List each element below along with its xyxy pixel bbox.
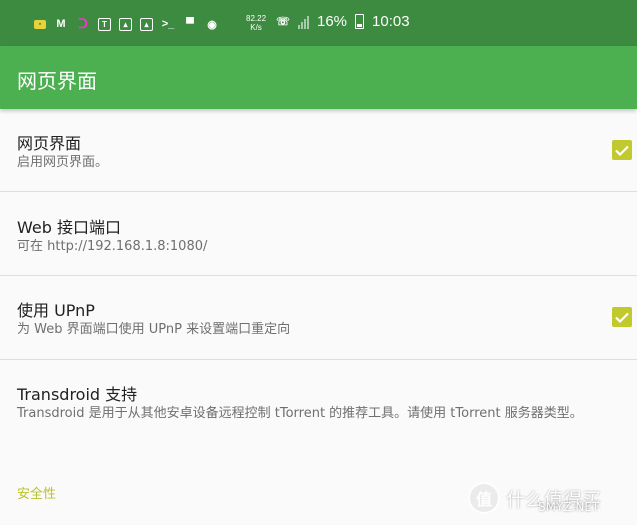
network-speed-unit: K/s [250, 23, 262, 32]
check-icon [615, 145, 629, 156]
app-toolbar: 网页界面 [0, 46, 637, 109]
magnet-icon: ᑐ [78, 16, 88, 31]
battery-charging-icon [355, 14, 365, 29]
status-bar: ▪ M ᑐ T ▴ ▴ >_ ▀ ◉ 82.22 K/s ☏ 16% 10:03 [0, 0, 637, 46]
sim-card-icon: ▪ [34, 19, 46, 29]
network-speed: 82.22 K/s [246, 14, 266, 32]
router-icon: ▀ [186, 18, 194, 30]
clock: 10:03 [372, 13, 410, 30]
pref-web-port[interactable]: Web 接口端口 可在 http://192.168.1.8:1080/ [0, 192, 637, 276]
category-security: 安全性 [17, 487, 57, 502]
pref-summary: 启用网页界面。 [17, 155, 109, 170]
wifi-icon: ◉ [207, 18, 217, 31]
pref-summary: Transdroid 是用于从其他安卓设备远程控制 tTorrent 的推荐工具… [17, 406, 583, 421]
tt-icon: T [98, 17, 111, 31]
image-icon: ▴ [140, 17, 153, 31]
wifi-calling-icon: ☏ [276, 16, 290, 28]
network-speed-value: 82.22 [246, 14, 267, 23]
pref-summary: 为 Web 界面端口使用 UPnP 来设置端口重定向 [17, 322, 291, 337]
signal-icon [298, 15, 309, 29]
battery-percent: 16% [317, 13, 348, 30]
notification-icons: ▪ M ᑐ T ▴ ▴ >_ ▀ ◉ [34, 15, 219, 33]
pref-upnp[interactable]: 使用 UPnP 为 Web 界面端口使用 UPnP 来设置端口重定向 [0, 276, 637, 360]
image-icon: ▴ [119, 17, 132, 31]
pref-web-ui[interactable]: 网页界面 启用网页界面。 [0, 109, 637, 192]
status-right: ☏ 16% 10:03 [276, 13, 410, 30]
m-icon: M [56, 18, 66, 30]
pref-title: 网页界面 [17, 134, 82, 153]
pref-transdroid[interactable]: Transdroid 支持 Transdroid 是用于从其他安卓设备远程控制 … [0, 360, 637, 468]
pref-title: Web 接口端口 [17, 218, 121, 237]
use-upnp-checkbox[interactable] [612, 307, 632, 327]
pref-summary: 可在 http://192.168.1.8:1080/ [17, 239, 208, 254]
enable-web-ui-checkbox[interactable] [612, 140, 632, 160]
page-title: 网页界面 [17, 69, 97, 93]
pref-title: Transdroid 支持 [17, 385, 138, 404]
check-icon [615, 312, 629, 323]
pref-title: 使用 UPnP [17, 301, 95, 320]
terminal-icon: >_ [161, 18, 175, 30]
watermark-logo: 值 [468, 482, 500, 514]
watermark-domain: SMYZ.NET [538, 500, 600, 514]
